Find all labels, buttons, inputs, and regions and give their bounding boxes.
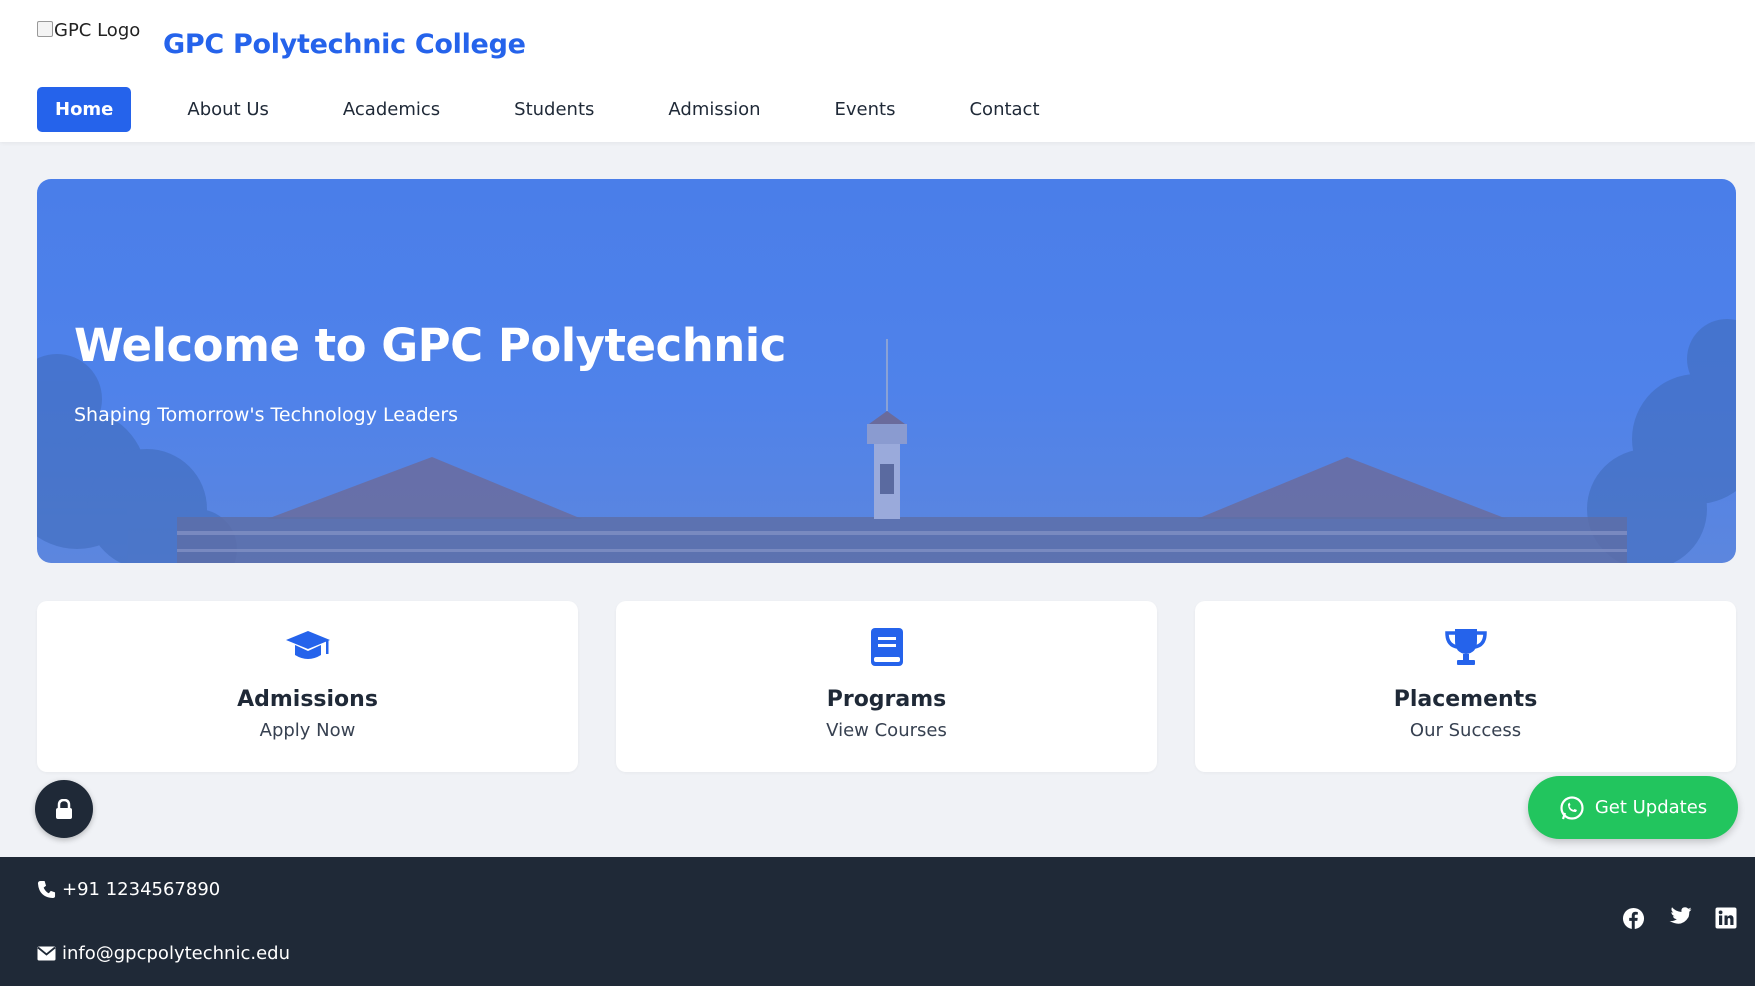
lock-button[interactable]: [35, 780, 93, 838]
trophy-icon: [1195, 627, 1736, 667]
logo-alt-text: GPC Logo: [54, 20, 141, 41]
main-nav: Home About Us Academics Students Admissi…: [37, 87, 1096, 132]
card-programs[interactable]: Programs View Courses: [616, 601, 1157, 772]
whatsapp-icon: [1559, 795, 1585, 821]
site-title[interactable]: GPC Polytechnic College: [163, 29, 526, 60]
envelope-icon: [37, 946, 56, 961]
get-updates-button[interactable]: Get Updates: [1528, 776, 1738, 839]
hero-banner: Welcome to GPC Polytechnic Shaping Tomor…: [37, 179, 1736, 563]
card-subtitle: Our Success: [1409, 720, 1522, 741]
nav-events[interactable]: Events: [817, 87, 914, 132]
footer-phone[interactable]: +91 1234567890: [37, 879, 220, 900]
hero-title: Welcome to GPC Polytechnic: [74, 319, 786, 372]
phone-icon: [37, 880, 56, 899]
linkedin-icon[interactable]: [1715, 907, 1737, 930]
nav-admission[interactable]: Admission: [650, 87, 778, 132]
card-subtitle: Apply Now: [259, 720, 356, 741]
broken-image-icon: [37, 20, 53, 37]
site-footer: +91 1234567890 info@gpcpolytechnic.edu: [0, 857, 1755, 986]
twitter-icon[interactable]: [1668, 907, 1692, 930]
card-title: Programs: [826, 687, 947, 712]
nav-home[interactable]: Home: [37, 87, 132, 132]
hero-subtitle: Shaping Tomorrow's Technology Leaders: [74, 404, 459, 426]
card-subtitle: View Courses: [826, 720, 947, 741]
card-admissions[interactable]: Admissions Apply Now: [37, 601, 578, 772]
email-text: info@gpcpolytechnic.edu: [62, 943, 290, 964]
nav-students[interactable]: Students: [496, 87, 612, 132]
book-icon: [616, 627, 1157, 667]
site-logo[interactable]: GPC Logo: [37, 20, 140, 41]
nav-contact[interactable]: Contact: [951, 87, 1057, 132]
lock-icon: [56, 799, 72, 819]
social-links: [1599, 907, 1737, 930]
phone-text: +91 1234567890: [62, 879, 221, 900]
footer-email[interactable]: info@gpcpolytechnic.edu: [37, 943, 290, 964]
facebook-icon[interactable]: [1622, 907, 1645, 930]
card-title: Admissions: [237, 687, 378, 712]
get-updates-label: Get Updates: [1594, 797, 1708, 818]
nav-about-us[interactable]: About Us: [169, 87, 287, 132]
nav-academics[interactable]: Academics: [325, 87, 458, 132]
card-placements[interactable]: Placements Our Success: [1195, 601, 1736, 772]
graduation-cap-icon: [37, 627, 578, 667]
site-header: GPC Logo GPC Polytechnic College Home Ab…: [0, 0, 1755, 142]
card-title: Placements: [1393, 687, 1538, 712]
